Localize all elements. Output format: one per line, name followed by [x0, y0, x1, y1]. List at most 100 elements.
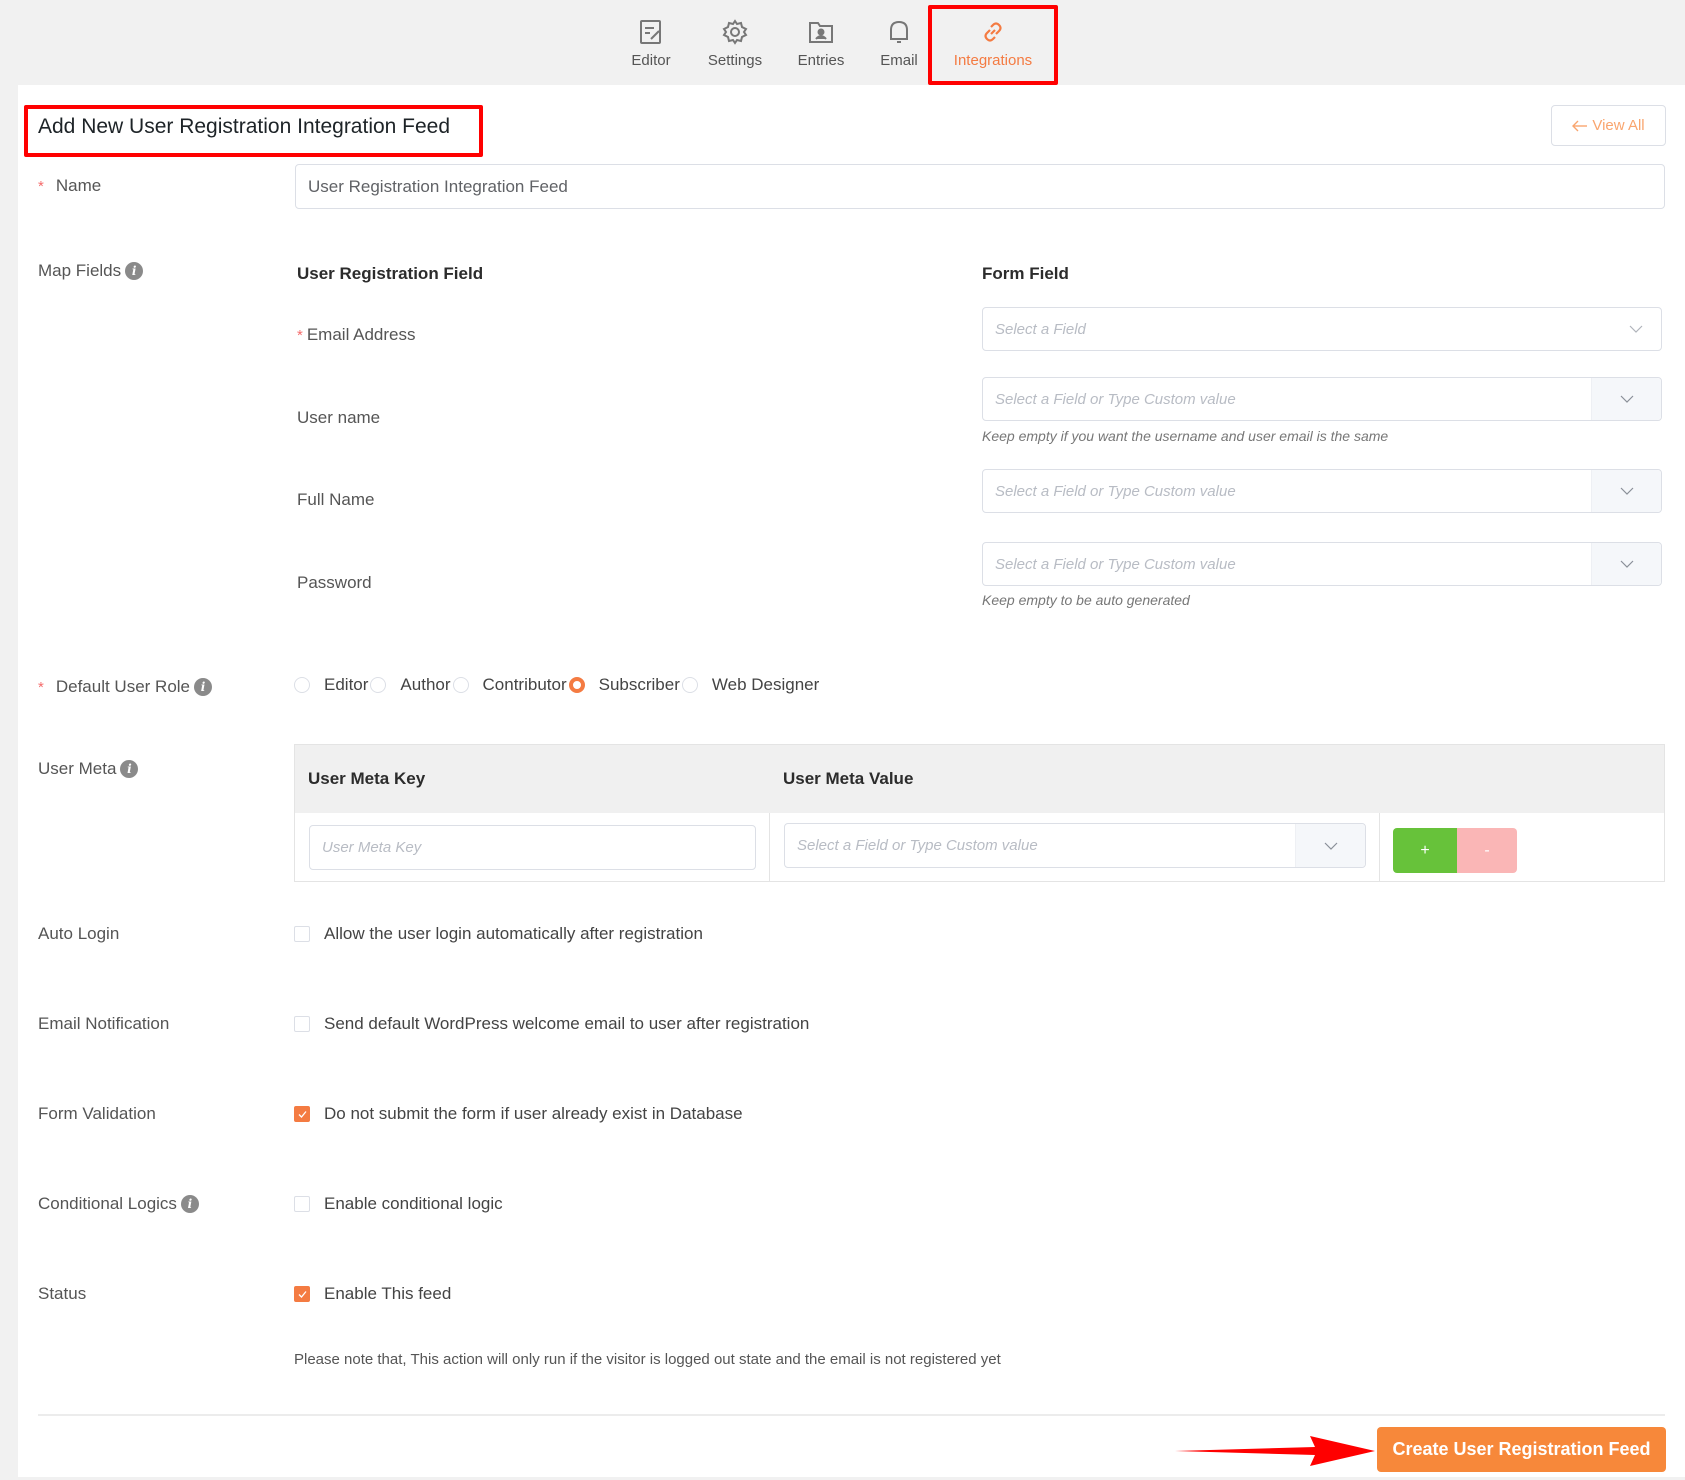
- integrations-highlight-annotation: [928, 5, 1058, 85]
- user-meta-table: User Meta Key User Meta Value User Meta …: [294, 744, 1665, 882]
- nav-editor[interactable]: Editor: [606, 18, 696, 69]
- name-label: * Name: [38, 176, 101, 196]
- edit-icon: [640, 20, 661, 44]
- nav-entries[interactable]: Entries: [776, 18, 866, 69]
- column-divider: [769, 813, 770, 882]
- radio-button[interactable]: [452, 677, 469, 693]
- radio-label: Author: [400, 675, 451, 694]
- radio-label: Contributor: [482, 675, 567, 694]
- chevron-down-icon: [1295, 824, 1365, 867]
- remove-meta-row-button[interactable]: -: [1457, 828, 1517, 873]
- entries-folder-icon: [809, 22, 833, 43]
- default-user-role-label: * Default User Role i: [38, 677, 213, 697]
- nav-editor-label: Editor: [631, 52, 671, 69]
- info-icon[interactable]: i: [194, 678, 213, 696]
- info-icon[interactable]: i: [180, 1195, 199, 1213]
- username-help-text: Keep empty if you want the username and …: [982, 428, 1389, 444]
- email-field-select[interactable]: Select a Field: [982, 307, 1662, 351]
- info-icon[interactable]: i: [125, 262, 144, 280]
- radio-button[interactable]: [294, 677, 310, 693]
- info-icon[interactable]: i: [120, 760, 139, 778]
- radio-button[interactable]: [681, 677, 698, 693]
- username-field-select[interactable]: Select a Field or Type Custom value: [982, 377, 1662, 421]
- arrow-left-icon: [1572, 120, 1588, 131]
- column-divider: [1379, 813, 1380, 882]
- chevron-down-icon: [1591, 543, 1661, 585]
- field-label-email-text: Email Address: [306, 325, 416, 344]
- create-feed-button[interactable]: Create User Registration Feed: [1377, 1427, 1666, 1472]
- email-notification-checkbox[interactable]: Send default WordPress welcome email to …: [294, 1014, 809, 1034]
- password-field-select[interactable]: Select a Field or Type Custom value: [982, 542, 1662, 586]
- view-all-button[interactable]: View All: [1551, 105, 1666, 146]
- name-label-text: Name: [55, 176, 102, 195]
- enable-feed-checkbox[interactable]: Enable This feed: [294, 1284, 451, 1304]
- radio-editor[interactable]: Editor: [294, 675, 370, 695]
- view-all-label: View All: [1592, 117, 1645, 134]
- user-meta-label: User Meta i: [38, 759, 139, 779]
- check-icon: [298, 1110, 307, 1118]
- required-asterisk: *: [297, 327, 303, 344]
- full-name-field-select[interactable]: Select a Field or Type Custom value: [982, 469, 1662, 513]
- checkbox-unchecked[interactable]: [294, 1016, 310, 1032]
- user-meta-value-header: User Meta Value: [783, 769, 914, 788]
- full-name-field-placeholder: Select a Field or Type Custom value: [995, 482, 1236, 500]
- map-fields-label: Map Fields i: [38, 261, 144, 281]
- auto-login-label: Auto Login: [38, 924, 120, 943]
- check-icon: [298, 1290, 307, 1298]
- status-label: Status: [38, 1284, 87, 1303]
- radio-button[interactable]: [370, 677, 387, 693]
- field-label-full-name: Full Name: [297, 490, 375, 509]
- registration-field-header: User Registration Field: [297, 264, 484, 283]
- name-input[interactable]: User Registration Integration Feed: [295, 164, 1665, 209]
- map-fields-label-text: Map Fields: [38, 261, 122, 280]
- auto-login-text: Allow the user login automatically after…: [324, 924, 703, 943]
- username-field-placeholder: Select a Field or Type Custom value: [995, 390, 1236, 408]
- nav-email-label: Email: [880, 52, 918, 69]
- password-field-placeholder: Select a Field or Type Custom value: [995, 555, 1236, 573]
- checkbox-checked[interactable]: [294, 1286, 310, 1302]
- form-validation-checkbox[interactable]: Do not submit the form if user already e…: [294, 1104, 743, 1124]
- user-meta-value-placeholder: Select a Field or Type Custom value: [797, 837, 1038, 854]
- user-meta-value-select[interactable]: Select a Field or Type Custom value: [784, 823, 1366, 868]
- form-validation-label: Form Validation: [38, 1104, 156, 1123]
- auto-login-checkbox[interactable]: Allow the user login automatically after…: [294, 924, 703, 944]
- checkbox-unchecked[interactable]: [294, 1196, 310, 1212]
- required-asterisk: *: [38, 177, 44, 195]
- red-arrow-annotation: [1175, 1436, 1375, 1466]
- conditional-logics-label: Conditional Logics i: [38, 1194, 199, 1214]
- radio-author[interactable]: Author: [370, 675, 452, 695]
- default-user-role-label-text: Default User Role: [55, 677, 191, 696]
- nav-settings-label: Settings: [707, 52, 763, 69]
- password-help-text: Keep empty to be auto generated: [982, 592, 1190, 608]
- gear-icon: [722, 19, 748, 45]
- user-meta-key-placeholder: User Meta Key: [322, 839, 422, 856]
- bell-icon: [890, 20, 908, 43]
- user-meta-key-header: User Meta Key: [308, 769, 426, 788]
- enable-feed-text: Enable This feed: [324, 1284, 452, 1303]
- form-validation-text: Do not submit the form if user already e…: [324, 1104, 743, 1123]
- nav-settings[interactable]: Settings: [690, 18, 780, 69]
- user-meta-label-text: User Meta: [38, 759, 117, 778]
- field-label-username: User name: [297, 408, 381, 427]
- checkbox-checked[interactable]: [294, 1106, 310, 1122]
- user-meta-table-header: User Meta Key User Meta Value: [295, 745, 1664, 813]
- action-note: Please note that, This action will only …: [294, 1351, 1001, 1368]
- conditional-logic-checkbox[interactable]: Enable conditional logic: [294, 1194, 503, 1214]
- radio-web-designer[interactable]: Web Designer: [681, 675, 821, 695]
- field-label-password: Password: [297, 573, 372, 592]
- chevron-down-icon: [1591, 470, 1661, 512]
- chevron-down-icon: [1611, 308, 1661, 350]
- radio-label: Web Designer: [711, 675, 820, 694]
- footer-divider: [38, 1414, 1665, 1416]
- radio-contributor[interactable]: Contributor: [452, 675, 569, 695]
- conditional-logics-label-text: Conditional Logics: [38, 1194, 177, 1213]
- conditional-logic-text: Enable conditional logic: [324, 1194, 503, 1213]
- name-input-value: User Registration Integration Feed: [308, 176, 568, 196]
- radio-subscriber[interactable]: Subscriber: [568, 675, 682, 695]
- checkbox-unchecked[interactable]: [294, 926, 310, 942]
- nav-entries-label: Entries: [797, 52, 845, 69]
- user-meta-key-input[interactable]: User Meta Key: [309, 825, 756, 870]
- radio-button-selected[interactable]: [568, 677, 585, 693]
- page-title: Add New User Registration Integration Fe…: [38, 115, 451, 138]
- add-meta-row-button[interactable]: +: [1393, 828, 1457, 873]
